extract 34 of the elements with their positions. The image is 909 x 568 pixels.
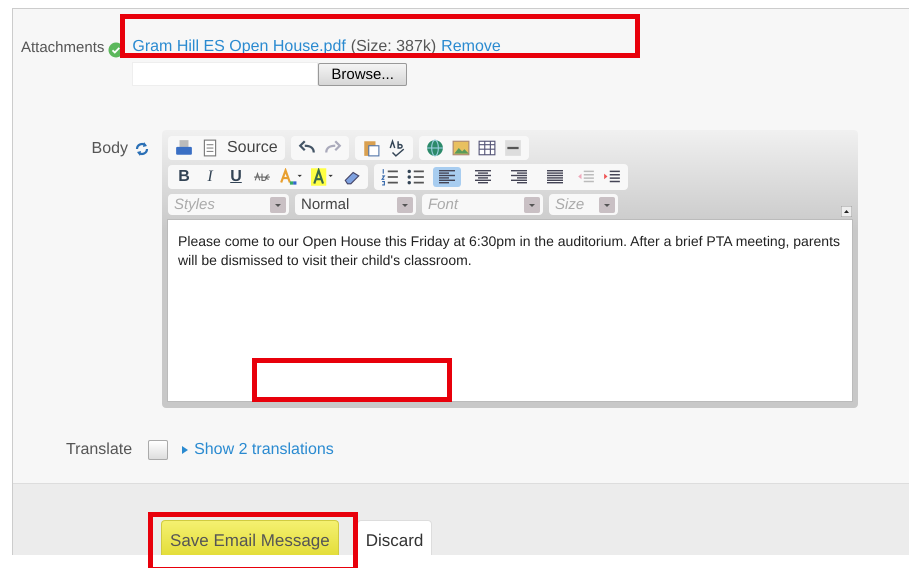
globe-icon[interactable] [426, 139, 444, 157]
bold-button[interactable]: B [175, 168, 193, 186]
clipboard-icon[interactable] [362, 139, 380, 157]
field-label: Translate [66, 441, 132, 459]
spellcheck-icon[interactable] [388, 139, 406, 157]
collapse-icon[interactable] [841, 206, 852, 217]
caret-icon [182, 446, 188, 454]
underline-button[interactable]: U [227, 168, 245, 186]
document-icon[interactable] [201, 139, 219, 157]
save-button[interactable]: Save Email Message [161, 520, 339, 555]
highlight-color-icon[interactable] [311, 168, 335, 186]
caret-icon [270, 196, 286, 212]
refresh-icon [134, 140, 150, 158]
caret-icon [397, 196, 413, 212]
field-label: Body [92, 140, 128, 158]
italic-button[interactable]: I [201, 168, 219, 186]
caret-icon [524, 196, 540, 212]
format-dropdown[interactable]: Normal [295, 194, 416, 215]
align-button[interactable] [433, 167, 461, 187]
image-icon[interactable] [452, 139, 470, 157]
text-color-icon[interactable] [279, 168, 303, 186]
message-text: Please come to our Open House this Friday at 6:30pm in the auditorium. After a brief PTA meeting, parents will be dismissed to visit their child's classroom. [178, 232, 841, 270]
field-label: Attachments [21, 39, 104, 56]
browse-button[interactable]: Browse... [318, 62, 407, 86]
printer-icon[interactable] [175, 139, 193, 157]
discard-button[interactable]: Discard [356, 520, 432, 555]
caret-icon [599, 196, 615, 212]
bullet-list-icon[interactable] [407, 168, 425, 186]
file-size: (Size: 387k) [350, 38, 436, 56]
checkbox[interactable] [148, 440, 168, 460]
text-area[interactable]: Please come to our Open House this Friday at 6:30pm in the auditorium. After a brief PTA meeting, parents will be dismissed to visit their child's classroom. [167, 219, 853, 402]
table-icon[interactable] [478, 139, 496, 157]
numbered-list-icon[interactable] [381, 168, 399, 186]
file-field[interactable] [132, 62, 318, 86]
